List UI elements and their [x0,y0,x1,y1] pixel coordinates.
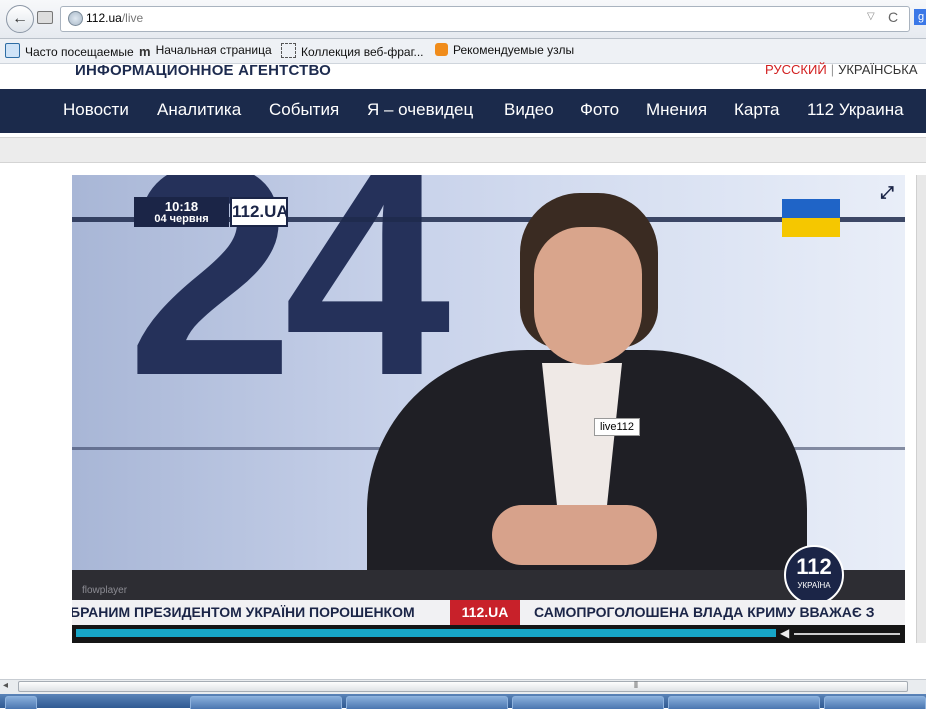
clock-bug: 10:18 04 червня [134,197,229,227]
taskbar-item[interactable] [668,696,820,709]
nav-item-opinions[interactable]: Мнения [646,100,707,120]
presenter-hands [492,505,657,565]
clock-date: 04 червня [154,213,209,225]
bookmark-most-visited[interactable]: Часто посещаемые [5,43,134,59]
channel-logo-bug: 112.UA [230,197,289,227]
nav-item-news[interactable]: Новости [63,100,129,120]
suggested-sites-icon [435,43,448,56]
nav-item-112-ukraine[interactable]: 112 Украина [807,100,904,120]
start-button[interactable] [5,696,37,709]
agency-title[interactable]: ИНФОРМАЦИОННОЕ АГЕНТСТВО [75,62,331,79]
url-host: 112.ua [86,11,122,25]
channel-subtitle: УКРАЇНА [797,581,831,590]
expand-icon[interactable]: ⤢ [877,183,897,203]
video-player[interactable]: 24 10:18 04 червня 112.UA ⤢ live112 112 … [72,175,905,643]
language-switcher: РУССКИЙ | УКРАЇНСЬКА [765,62,918,77]
sub-navigation-bar [0,137,926,163]
player-controls: ◀ [72,625,905,643]
taskbar-item[interactable] [512,696,664,709]
bookmarks-bar: Часто посещаемые m Начальная страница Кол… [0,39,926,64]
ukraine-flag-icon [782,199,840,237]
taskbar-item[interactable] [824,696,926,709]
web-slice-icon [281,43,296,58]
volume-slider[interactable] [794,633,900,635]
reload-icon[interactable]: C [888,9,898,25]
nav-item-eyewitness[interactable]: Я – очевидец [367,100,473,120]
start-page-icon: m [139,44,151,59]
lang-russian[interactable]: РУССКИЙ [765,62,827,77]
url-path: /live [121,11,144,25]
taskbar-item[interactable] [190,696,342,709]
ticker-logo: 112.UA [450,600,520,625]
scroll-left-icon[interactable]: ◂ [3,680,8,691]
volume-icon[interactable]: ◀ [780,626,789,640]
globe-icon [68,11,83,26]
progress-bar[interactable] [76,629,776,637]
bookmark-suggested-sites[interactable]: Рекомендуемые узлы [435,43,574,57]
nav-item-analytics[interactable]: Аналитика [157,100,241,120]
bookmark-folder-icon [5,43,20,58]
bookmark-label: Рекомендуемые узлы [453,43,575,57]
bookmark-label: Начальная страница [155,43,272,57]
scroll-thumb[interactable]: ⦀ [18,680,908,692]
ticker-text-left: БРАНИМ ПРЕЗИДЕНТОМ УКРАЇНИ ПОРОШЕНКОМ [72,604,415,620]
news-ticker: БРАНИМ ПРЕЗИДЕНТОМ УКРАЇНИ ПОРОШЕНКОМ 11… [72,600,905,625]
nav-item-map[interactable]: Карта [734,100,780,120]
site-header: ИНФОРМАЦИОННОЕ АГЕНТСТВО РУССКИЙ | УКРАЇНС… [0,62,926,89]
clock-time: 10:18 [164,199,199,214]
bookmark-start-page[interactable]: m Начальная страница [139,43,272,59]
url-text[interactable]: 112.ua/live [86,11,143,25]
history-dropdown-icon[interactable]: ▽ [867,11,875,22]
bookmark-label: Коллекция веб-фраг... [301,45,424,59]
ticker-text-right: САМОПРОГОЛОШЕНА ВЛАДА КРИМУ ВВАЖАЄ З [534,604,875,620]
lang-separator: | [830,62,835,77]
bookmark-web-slices[interactable]: Коллекция веб-фраг... [281,43,424,59]
tooltip: live112 [594,418,641,436]
nav-item-events[interactable]: События [269,100,339,120]
nav-item-photo[interactable]: Фото [580,100,619,120]
bookmark-label: Часто посещаемые [25,45,134,59]
address-bar[interactable]: 112.ua/live ▽ C [60,6,910,32]
browser-toolbar: ← 112.ua/live ▽ C g [0,0,926,39]
main-nav: Новости Аналитика События Я – очевидец В… [0,89,926,133]
channel-112-logo: 112 УКРАЇНА [784,545,844,605]
google-search-icon[interactable]: g [914,9,926,25]
lang-ukrainian[interactable]: УКРАЇНСЬКА [838,62,917,77]
back-arrow-icon[interactable]: ← [6,5,34,33]
presenter-face [534,227,642,365]
nav-item-video[interactable]: Видео [504,100,554,120]
video-frame: 24 10:18 04 червня 112.UA ⤢ live112 112 … [72,175,905,615]
horizontal-scrollbar[interactable]: ◂ ⦀ [0,679,926,694]
os-taskbar [0,694,926,709]
tab-list-icon[interactable] [37,11,53,24]
grip-icon: ⦀ [634,680,638,690]
channel-number: 112 [796,554,832,579]
vertical-scrollbar[interactable] [916,175,926,643]
flowplayer-watermark: flowplayer [82,585,128,596]
taskbar-item[interactable] [346,696,508,709]
